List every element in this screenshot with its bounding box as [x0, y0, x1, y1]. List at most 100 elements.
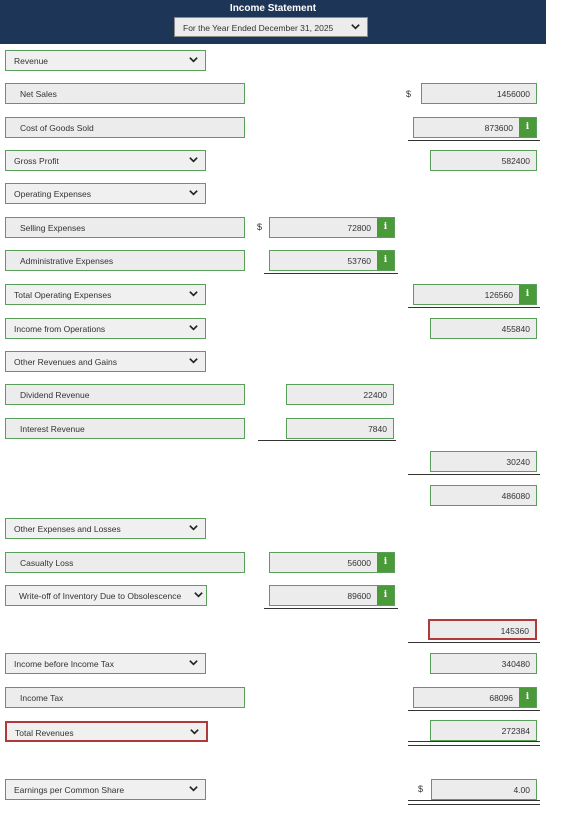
- chevron-down-icon: [188, 187, 199, 198]
- gross-profit-dropdown[interactable]: Gross Profit: [5, 150, 206, 171]
- amount-value: 126560: [484, 290, 513, 300]
- chevron-down-icon: [193, 589, 204, 600]
- amount-value: 272384: [501, 726, 530, 736]
- dropdown-label: Total Operating Expenses: [14, 290, 112, 300]
- statement-title: Income Statement: [229, 3, 317, 14]
- total-opex-dropdown[interactable]: Total Operating Expenses: [5, 284, 206, 305]
- dividend-revenue-field[interactable]: Dividend Revenue: [5, 384, 245, 405]
- period-dropdown[interactable]: For the Year Ended December 31, 2025: [174, 17, 368, 37]
- statement-header: Income Statement For the Year Ended Dece…: [0, 0, 546, 44]
- income-before-tax-amount[interactable]: 340480: [430, 653, 537, 674]
- field-label: Casualty Loss: [20, 558, 74, 568]
- underline: [258, 440, 396, 441]
- underline: [408, 307, 540, 308]
- amount-value: 30240: [506, 457, 530, 467]
- interest-revenue-field[interactable]: Interest Revenue: [5, 418, 245, 439]
- income-from-operations-dropdown[interactable]: Income from Operations: [5, 318, 206, 339]
- eps-amount[interactable]: 4.00: [431, 779, 537, 800]
- dropdown-label: Earnings per Common Share: [14, 785, 125, 795]
- dropdown-label: Operating Expenses: [14, 189, 92, 199]
- amount-value: 22400: [363, 390, 387, 400]
- chevron-down-icon: [188, 522, 199, 533]
- info-icon[interactable]: i: [377, 586, 394, 605]
- underline: [408, 710, 540, 711]
- info-icon[interactable]: i: [377, 553, 394, 572]
- cogs-amount[interactable]: 873600 i: [413, 117, 537, 138]
- field-label: Administrative Expenses: [20, 256, 114, 266]
- dollar-sign: $: [418, 784, 424, 794]
- selling-expenses-field[interactable]: Selling Expenses: [5, 217, 245, 238]
- total-opex-amount[interactable]: 126560 i: [413, 284, 537, 305]
- amount-value: 72800: [347, 223, 371, 233]
- total-revenues-amount[interactable]: 272384: [430, 720, 537, 741]
- net-sales-field[interactable]: Net Sales: [5, 83, 245, 104]
- writeoff-dropdown[interactable]: Write-off of Inventory Due to Obsolescen…: [5, 585, 207, 606]
- writeoff-amount[interactable]: 89600 i: [269, 585, 395, 606]
- field-label: Income Tax: [20, 693, 64, 703]
- other-expenses-dropdown[interactable]: Other Expenses and Losses: [5, 518, 206, 539]
- chevron-down-icon: [188, 657, 199, 668]
- admin-expenses-amount[interactable]: 53760 i: [269, 250, 395, 271]
- amount-value: 145360: [500, 626, 529, 636]
- info-icon[interactable]: i: [519, 118, 536, 137]
- info-icon[interactable]: i: [519, 688, 536, 707]
- underline: [408, 474, 540, 475]
- other-revenues-total-amount[interactable]: 30240: [430, 451, 537, 472]
- amount-value: 1456000: [496, 89, 530, 99]
- other-expenses-total-amount[interactable]: 145360: [428, 619, 537, 640]
- chevron-down-icon: [188, 54, 199, 65]
- gross-profit-amount[interactable]: 582400: [430, 150, 537, 171]
- underline: [264, 273, 398, 274]
- info-icon[interactable]: i: [377, 218, 394, 237]
- underline: [408, 140, 540, 141]
- amount-value: 582400: [501, 156, 530, 166]
- field-label: Net Sales: [20, 89, 57, 99]
- dropdown-label: Write-off of Inventory Due to Obsolescen…: [19, 591, 182, 601]
- dollar-sign: $: [406, 89, 412, 99]
- field-label: Dividend Revenue: [20, 390, 90, 400]
- dropdown-label: Income before Income Tax: [14, 659, 115, 669]
- chevron-down-icon: [188, 783, 199, 794]
- other-revenues-dropdown[interactable]: Other Revenues and Gains: [5, 351, 206, 372]
- dividend-revenue-amount[interactable]: 22400: [286, 384, 394, 405]
- income-before-tax-dropdown[interactable]: Income before Income Tax: [5, 653, 206, 674]
- double-underline: [408, 741, 540, 746]
- info-icon[interactable]: i: [519, 285, 536, 304]
- amount-value: 873600: [484, 123, 513, 133]
- eps-dropdown[interactable]: Earnings per Common Share: [5, 779, 206, 800]
- amount-value: 56000: [347, 558, 371, 568]
- income-from-operations-amount[interactable]: 455840: [430, 318, 537, 339]
- amount-value: 89600: [347, 591, 371, 601]
- chevron-down-icon: [188, 322, 199, 333]
- admin-expenses-field[interactable]: Administrative Expenses: [5, 250, 245, 271]
- underline: [264, 608, 398, 609]
- income-tax-amount[interactable]: 68096 i: [413, 687, 537, 708]
- dropdown-label: Total Revenues: [15, 728, 74, 738]
- chevron-down-icon: [188, 355, 199, 366]
- amount-value: 68096: [489, 693, 513, 703]
- income-tax-field[interactable]: Income Tax: [5, 687, 245, 708]
- underline: [408, 642, 540, 643]
- cogs-field[interactable]: Cost of Goods Sold: [5, 117, 245, 138]
- total-revenues-dropdown[interactable]: Total Revenues: [5, 721, 208, 742]
- dropdown-label: Gross Profit: [14, 156, 59, 166]
- revenue-dropdown[interactable]: Revenue: [5, 50, 206, 71]
- amount-value: 486080: [501, 491, 530, 501]
- field-label: Interest Revenue: [20, 424, 85, 434]
- casualty-loss-field[interactable]: Casualty Loss: [5, 552, 245, 573]
- dropdown-label: Revenue: [14, 56, 49, 66]
- info-icon[interactable]: i: [377, 251, 394, 270]
- interest-revenue-amount[interactable]: 7840: [286, 418, 394, 439]
- dollar-sign: $: [257, 222, 263, 232]
- net-sales-amount[interactable]: 1456000: [421, 83, 537, 104]
- period-label: For the Year Ended December 31, 2025: [183, 23, 334, 33]
- casualty-loss-amount[interactable]: 56000 i: [269, 552, 395, 573]
- subtotal-amount[interactable]: 486080: [430, 485, 537, 506]
- dropdown-label: Other Revenues and Gains: [14, 357, 118, 367]
- opex-dropdown[interactable]: Operating Expenses: [5, 183, 206, 204]
- dropdown-label: Income from Operations: [14, 324, 106, 334]
- amount-value: 7840: [368, 424, 387, 434]
- selling-expenses-amount[interactable]: 72800 i: [269, 217, 395, 238]
- dropdown-label: Other Expenses and Losses: [14, 524, 121, 534]
- chevron-down-icon: [188, 288, 199, 299]
